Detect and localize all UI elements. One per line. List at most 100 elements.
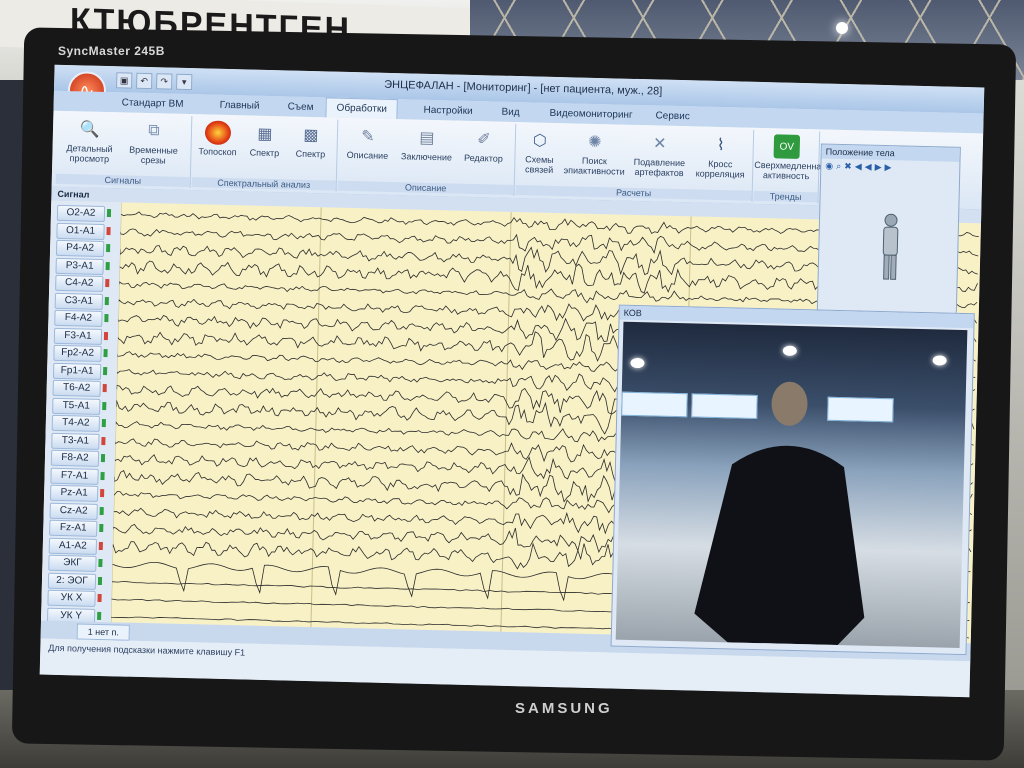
channel-status-marker (100, 471, 105, 480)
window-title: ЭНЦЕФАЛАН - [Мониторинг] - [нет пациента… (384, 78, 663, 98)
quick-access-toolbar: ▣ ↶ ↷ ▾ (116, 72, 193, 91)
monitor-brand-label: SAMSUNG (515, 700, 613, 717)
channel-status-marker (97, 593, 102, 603)
artifact-suppression-button[interactable]: ✕ Подавление артефактов (626, 131, 693, 179)
channel-label[interactable]: T5-A1 (52, 397, 101, 415)
pen-icon: ✎ (361, 128, 375, 146)
channel-label[interactable]: ЭКГ (48, 554, 97, 572)
time-slices-button[interactable]: ⧉ Временные срезы (122, 118, 185, 166)
spectrum-button-2[interactable]: ▩ Спектр (286, 122, 335, 160)
channel-status-marker (103, 331, 109, 340)
channel-status-marker (104, 296, 109, 305)
editor-icon: ✐ (476, 131, 491, 149)
channel-label[interactable]: 2: ЭОГ (47, 572, 97, 590)
channel-status-marker (103, 366, 108, 375)
channel-label[interactable]: Cz-A2 (49, 502, 98, 520)
channel-status-marker (106, 226, 111, 235)
channel-label[interactable]: F8-A2 (50, 449, 100, 467)
topograph-button[interactable]: Топоскоп (192, 120, 243, 157)
channel-label[interactable]: Fp2-A2 (53, 344, 102, 362)
tab-settings[interactable]: Настройки (415, 103, 480, 120)
group-spectral: Топоскоп ▦ Спектр ▩ Спектр Спектральный ан… (191, 116, 339, 192)
zoom-icon[interactable]: ⌕ (836, 161, 844, 171)
channel-label[interactable]: P4-A2 (55, 239, 105, 257)
detailed-view-button[interactable]: 🔍 Детальный просмотр (58, 117, 121, 165)
tab-processing[interactable]: Обработки (325, 97, 399, 120)
tab-view[interactable]: Вид (493, 104, 527, 120)
channel-label[interactable]: Fz-A1 (49, 519, 98, 537)
group-signals: 🔍 Детальный просмотр ⧉ Временные срезы Сиг… (55, 112, 193, 189)
channel-label[interactable]: A1-A2 (48, 537, 98, 555)
channel-status-marker (98, 541, 103, 550)
channel-label[interactable]: F3-A1 (53, 327, 103, 345)
channel-label[interactable]: O2-A2 (56, 204, 106, 223)
editor-button[interactable]: ✐ Редактор (454, 127, 513, 164)
tab-video-monitoring[interactable]: Видеомониторинг (541, 106, 640, 123)
body-figure-icon (882, 213, 899, 280)
more-icon[interactable]: ▾ (176, 73, 193, 91)
page-tab[interactable]: 1 нет п. (76, 623, 131, 641)
channel-label[interactable]: УК X (47, 589, 96, 607)
slow-activity-button[interactable]: OV Сверхмедленная активность (754, 134, 826, 182)
cross-correlation-button[interactable]: ⌇ Кросс корреляция (690, 132, 751, 180)
topograph-icon (204, 120, 232, 146)
video-booth-sign (621, 391, 688, 418)
channel-status-marker (101, 418, 106, 428)
channel-label[interactable]: F4-A2 (54, 309, 103, 327)
network-icon: ⬡ (532, 132, 548, 150)
channel-label[interactable]: O1-A1 (56, 222, 105, 240)
time-gridline (310, 207, 322, 628)
monitor-model-label: SyncMaster 245B (58, 44, 165, 58)
rewind-icon[interactable]: ◀◀ (855, 161, 875, 171)
channel-status-marker (97, 576, 103, 585)
monitor-screen: ▣ ↶ ↷ ▾ ЭНЦЕФАЛАН - [Мониторинг] - [нет … (39, 64, 985, 698)
redo-icon[interactable]: ↷ (156, 73, 173, 90)
correlation-icon: ⌇ (716, 136, 725, 155)
connection-schemes-button[interactable]: ⬡ Схемы связей (516, 128, 563, 175)
channel-label[interactable]: P3-A1 (55, 257, 104, 275)
group-label: Сигналы (55, 173, 190, 188)
tab-service[interactable]: Сервис (647, 108, 698, 124)
channel-status-marker (106, 209, 112, 218)
channel-status-marker (101, 436, 106, 445)
magnifier-icon: 🔍 (79, 121, 101, 139)
undo-icon[interactable]: ↶ (136, 72, 153, 90)
channel-status-marker (99, 506, 104, 515)
description-button[interactable]: ✎ Описание (338, 124, 397, 161)
channel-status-marker (102, 384, 107, 393)
channel-label[interactable]: F7-A1 (50, 467, 99, 485)
channel-label[interactable]: C4-A2 (55, 274, 104, 292)
channel-label[interactable]: T6-A2 (52, 379, 101, 397)
channel-status-marker (102, 401, 107, 410)
channel-label[interactable]: Pz-A1 (49, 484, 99, 502)
ov-icon: OV (773, 134, 801, 159)
save-icon[interactable]: ▣ (116, 72, 133, 89)
channel-status-marker (103, 349, 108, 358)
epi-search-button[interactable]: ✺ Поиск эпиактивности (560, 129, 629, 177)
channel-label[interactable]: C3-A1 (54, 292, 104, 310)
forward-icon[interactable]: ▶▶ (875, 162, 895, 172)
channel-status-marker (100, 488, 105, 498)
video-panel[interactable]: КОВ (610, 304, 975, 656)
tab-recording[interactable]: Съем (279, 99, 321, 115)
video-person (694, 381, 865, 646)
video-lamp (932, 355, 947, 366)
channel-status-marker (105, 279, 110, 288)
spectrum-button[interactable]: ▦ Спектр (240, 121, 289, 159)
channel-status-marker (106, 244, 111, 253)
group-label: Тренды (753, 190, 818, 203)
panel-toolbar: ◉⌕✖◀◀▶▶ (821, 158, 959, 175)
eye-icon[interactable]: ◉ (825, 161, 836, 171)
channel-status-marker (104, 314, 109, 323)
group-label: Описание (337, 180, 514, 195)
video-lamp (630, 357, 645, 369)
tab-standard-vm[interactable]: Стандарт ВМ (113, 95, 191, 112)
channel-label[interactable]: Fp1-A1 (52, 362, 102, 380)
channel-status-marker (98, 558, 103, 568)
conclusion-button[interactable]: ▤ Заключение (396, 125, 457, 163)
video-lamp (782, 345, 797, 356)
body-position-panel[interactable]: Положение тела ◉⌕✖◀◀▶▶ (816, 143, 961, 315)
channel-label[interactable]: T4-A2 (51, 414, 101, 432)
tab-main[interactable]: Главный (211, 98, 267, 114)
channel-label[interactable]: T3-A1 (51, 432, 100, 450)
